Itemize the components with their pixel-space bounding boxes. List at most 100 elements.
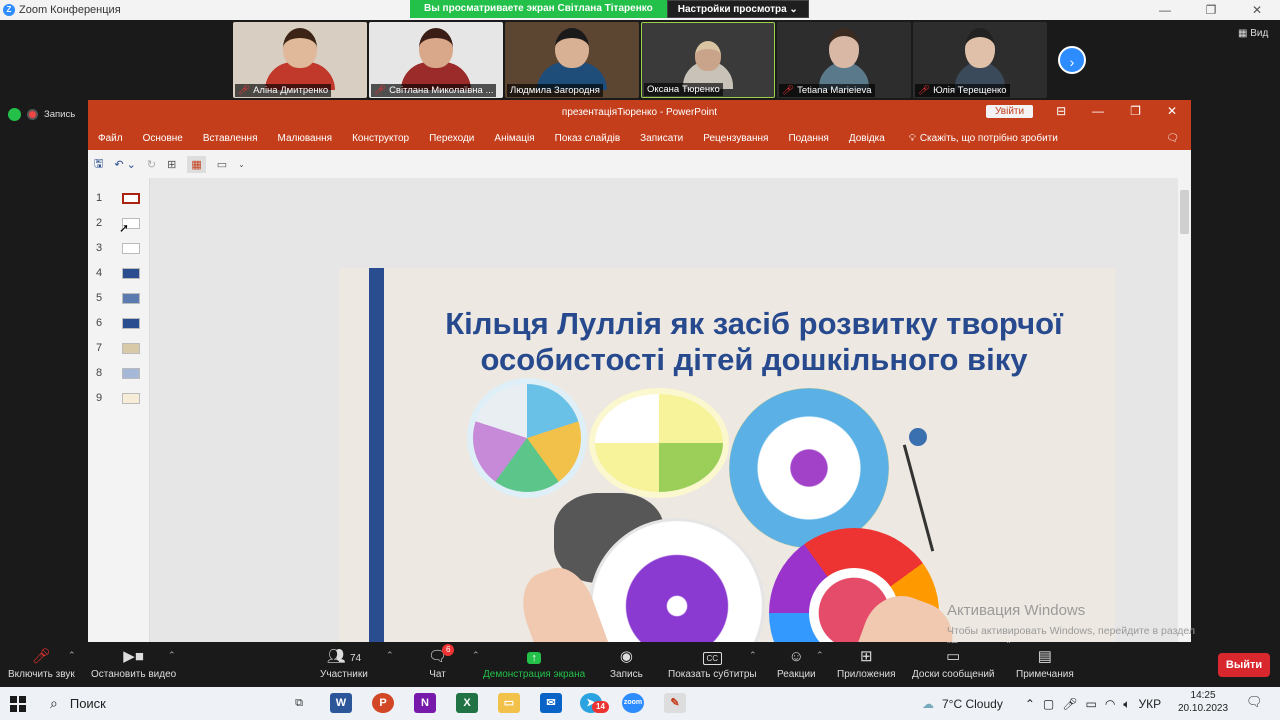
stop-video-button[interactable]: ▶︎■ Остановить видео bbox=[91, 648, 176, 680]
audio-options-caret[interactable]: ⌃ bbox=[68, 650, 76, 661]
security-shield-icon bbox=[8, 108, 21, 121]
slide-thumbnail[interactable]: 2 bbox=[96, 217, 140, 229]
participants-options-caret[interactable]: ⌃ bbox=[386, 650, 394, 661]
view-button[interactable]: ▦ Вид bbox=[1238, 28, 1268, 39]
participants-icon: 👥︎ 74 bbox=[326, 648, 362, 665]
chat-options-caret[interactable]: ⌃ bbox=[472, 650, 480, 661]
theme-icon[interactable]: ▦ bbox=[187, 155, 206, 173]
slide-title: Кільця Луллія як засіб розвитку творчої … bbox=[445, 306, 1063, 377]
slide-thumbnail[interactable]: 4 bbox=[96, 267, 140, 279]
language-indicator[interactable]: УКР bbox=[1139, 697, 1162, 711]
participant-tile[interactable]: 🎤︎ Tetiana Marieieva bbox=[777, 22, 911, 98]
view-options-button[interactable]: Настройки просмотра ⌄ bbox=[666, 0, 809, 18]
share-banner-text: Вы просматриваете экран Світлана Тітарен… bbox=[410, 0, 667, 18]
tab-animations[interactable]: Анімація bbox=[494, 133, 534, 144]
video-options-caret[interactable]: ⌃ bbox=[168, 650, 176, 661]
participant-tile[interactable]: 🎤︎ Світлана Миколаївна ... bbox=[369, 22, 503, 98]
file-explorer-icon[interactable]: ▭ bbox=[498, 693, 520, 713]
whiteboard-icon: ▭ bbox=[946, 648, 961, 665]
undo-icon[interactable]: ↶ ⌄ bbox=[114, 158, 136, 171]
excel-icon[interactable]: X bbox=[456, 693, 478, 713]
reactions-options-caret[interactable]: ⌃ bbox=[816, 650, 824, 661]
slide-thumbnail[interactable]: 5 bbox=[96, 292, 140, 304]
chevron-right-icon: › bbox=[1069, 54, 1075, 70]
close-icon[interactable]: ✕ bbox=[1167, 104, 1177, 118]
tab-transitions[interactable]: Переходи bbox=[429, 133, 474, 144]
maximize-icon[interactable]: ❐ bbox=[1130, 104, 1141, 118]
taskbar-search[interactable]: ⌕ Поиск bbox=[40, 689, 280, 718]
recording-indicator[interactable]: Запись bbox=[8, 108, 75, 121]
participant-tile[interactable]: 🎤︎ Юлія Терещенко bbox=[913, 22, 1047, 98]
record-button[interactable]: ◉ Запись bbox=[610, 648, 643, 680]
tab-review[interactable]: Рецензування bbox=[703, 133, 768, 144]
participant-tile[interactable]: Людмила Загородня bbox=[505, 22, 639, 98]
participant-tile[interactable]: 🎤︎ Аліна Дмитренко bbox=[233, 22, 367, 98]
task-view-icon[interactable]: ⧉ bbox=[288, 693, 310, 713]
whiteboards-button[interactable]: ▭ Доски сообщений bbox=[912, 648, 995, 680]
ribbon-display-icon[interactable]: ⊟ bbox=[1056, 104, 1066, 118]
captions-options-caret[interactable]: ⌃ bbox=[749, 650, 757, 661]
minimize-icon[interactable]: — bbox=[1142, 0, 1188, 20]
new-slide-icon[interactable]: ▭ bbox=[217, 158, 227, 171]
cloud-icon: ☁ bbox=[922, 697, 934, 711]
tab-draw[interactable]: Малювання bbox=[278, 133, 333, 144]
vertical-scrollbar[interactable] bbox=[1178, 178, 1191, 598]
reactions-button[interactable]: ☺︎ Реакции bbox=[777, 648, 816, 680]
tab-home[interactable]: Основне bbox=[143, 133, 183, 144]
telegram-icon[interactable]: ➤ 14 bbox=[580, 693, 609, 713]
muted-mic-icon: 🎤︎ bbox=[31, 648, 51, 665]
tell-me-search[interactable]: Скажіть, що потрібно зробити bbox=[920, 133, 1058, 144]
powerpoint-slideshow-icon[interactable]: ✎ bbox=[664, 693, 686, 713]
powerpoint-icon[interactable]: P bbox=[372, 693, 394, 713]
chat-button[interactable]: 🗨︎ Чат 6 bbox=[428, 644, 455, 680]
onenote-icon[interactable]: N bbox=[414, 693, 436, 713]
word-icon[interactable]: W bbox=[330, 693, 352, 713]
wifi-icon[interactable]: ◠ bbox=[1105, 697, 1115, 711]
presenter-icon[interactable]: ⊞ bbox=[167, 158, 176, 171]
windows-start-icon[interactable] bbox=[10, 696, 26, 712]
taskbar-clock[interactable]: 14:25 20.10.2023 bbox=[1178, 689, 1228, 715]
redo-icon[interactable]: ↻ bbox=[147, 158, 156, 171]
minimize-icon[interactable]: — bbox=[1092, 104, 1104, 118]
mail-icon[interactable]: ✉ bbox=[540, 693, 562, 713]
close-icon[interactable]: ✕ bbox=[1234, 0, 1280, 20]
unmute-button[interactable]: 🎤︎ Включить звук bbox=[8, 648, 75, 680]
tab-slideshow[interactable]: Показ слайдів bbox=[555, 133, 621, 144]
mic-icon[interactable]: 🎤︎ bbox=[1062, 697, 1077, 711]
current-slide[interactable]: Кільця Луллія як засіб розвитку творчої … bbox=[339, 268, 1115, 642]
next-participants-button[interactable]: › bbox=[1058, 46, 1086, 74]
slide-thumbnail[interactable]: 7 bbox=[96, 342, 140, 354]
meet-now-icon[interactable]: ▢ bbox=[1043, 697, 1054, 711]
customize-qat-icon[interactable]: ⌄ bbox=[238, 160, 245, 169]
tab-help[interactable]: Довідка bbox=[849, 133, 885, 144]
zoom-taskbar-icon[interactable]: zoom bbox=[622, 693, 644, 713]
participants-button[interactable]: 👥︎ 74 Участники bbox=[320, 648, 368, 680]
slide-thumbnail[interactable]: 1 bbox=[96, 192, 140, 204]
participant-tile[interactable]: Оксана Тюренко bbox=[641, 22, 775, 98]
leave-button[interactable]: Выйти bbox=[1218, 653, 1270, 677]
chevron-up-icon[interactable]: ⌃ bbox=[1025, 697, 1035, 711]
tab-design[interactable]: Конструктор bbox=[352, 133, 409, 144]
tab-record[interactable]: Записати bbox=[640, 133, 683, 144]
save-icon[interactable]: 🖫 bbox=[94, 155, 103, 174]
volume-icon[interactable]: 🔈︎ bbox=[1123, 697, 1130, 712]
slide-thumbnail[interactable]: 8 bbox=[96, 367, 140, 379]
slide-thumbnail[interactable]: 9 bbox=[96, 392, 140, 404]
captions-button[interactable]: CC Показать субтитры bbox=[668, 648, 757, 680]
maximize-icon[interactable]: ❐ bbox=[1188, 0, 1234, 20]
tab-file[interactable]: Файл bbox=[98, 133, 123, 144]
share-screen-button[interactable]: ↑ Демонстрация экрана bbox=[483, 648, 585, 680]
slide-editor: Кільця Луллія як засіб розвитку творчої … bbox=[150, 178, 1178, 642]
notes-button[interactable]: ▤ Примечания bbox=[1016, 648, 1074, 680]
apps-button[interactable]: ⊞ Приложения bbox=[837, 648, 896, 680]
notifications-icon[interactable]: 🗨︎ bbox=[1246, 694, 1263, 710]
signin-button[interactable]: Увійти bbox=[986, 105, 1034, 118]
slide-thumbnail[interactable]: 3 bbox=[96, 242, 140, 254]
slide-thumbnail[interactable]: 6 bbox=[96, 317, 140, 329]
muted-mic-icon: 🎤︎ bbox=[782, 85, 795, 96]
tab-view[interactable]: Подання bbox=[788, 133, 828, 144]
comments-icon[interactable]: 🗨︎ bbox=[1166, 133, 1179, 144]
tab-insert[interactable]: Вставлення bbox=[203, 133, 258, 144]
network-icon[interactable]: ▭ bbox=[1085, 697, 1096, 711]
weather-text[interactable]: 7°C Cloudy bbox=[942, 697, 1003, 711]
